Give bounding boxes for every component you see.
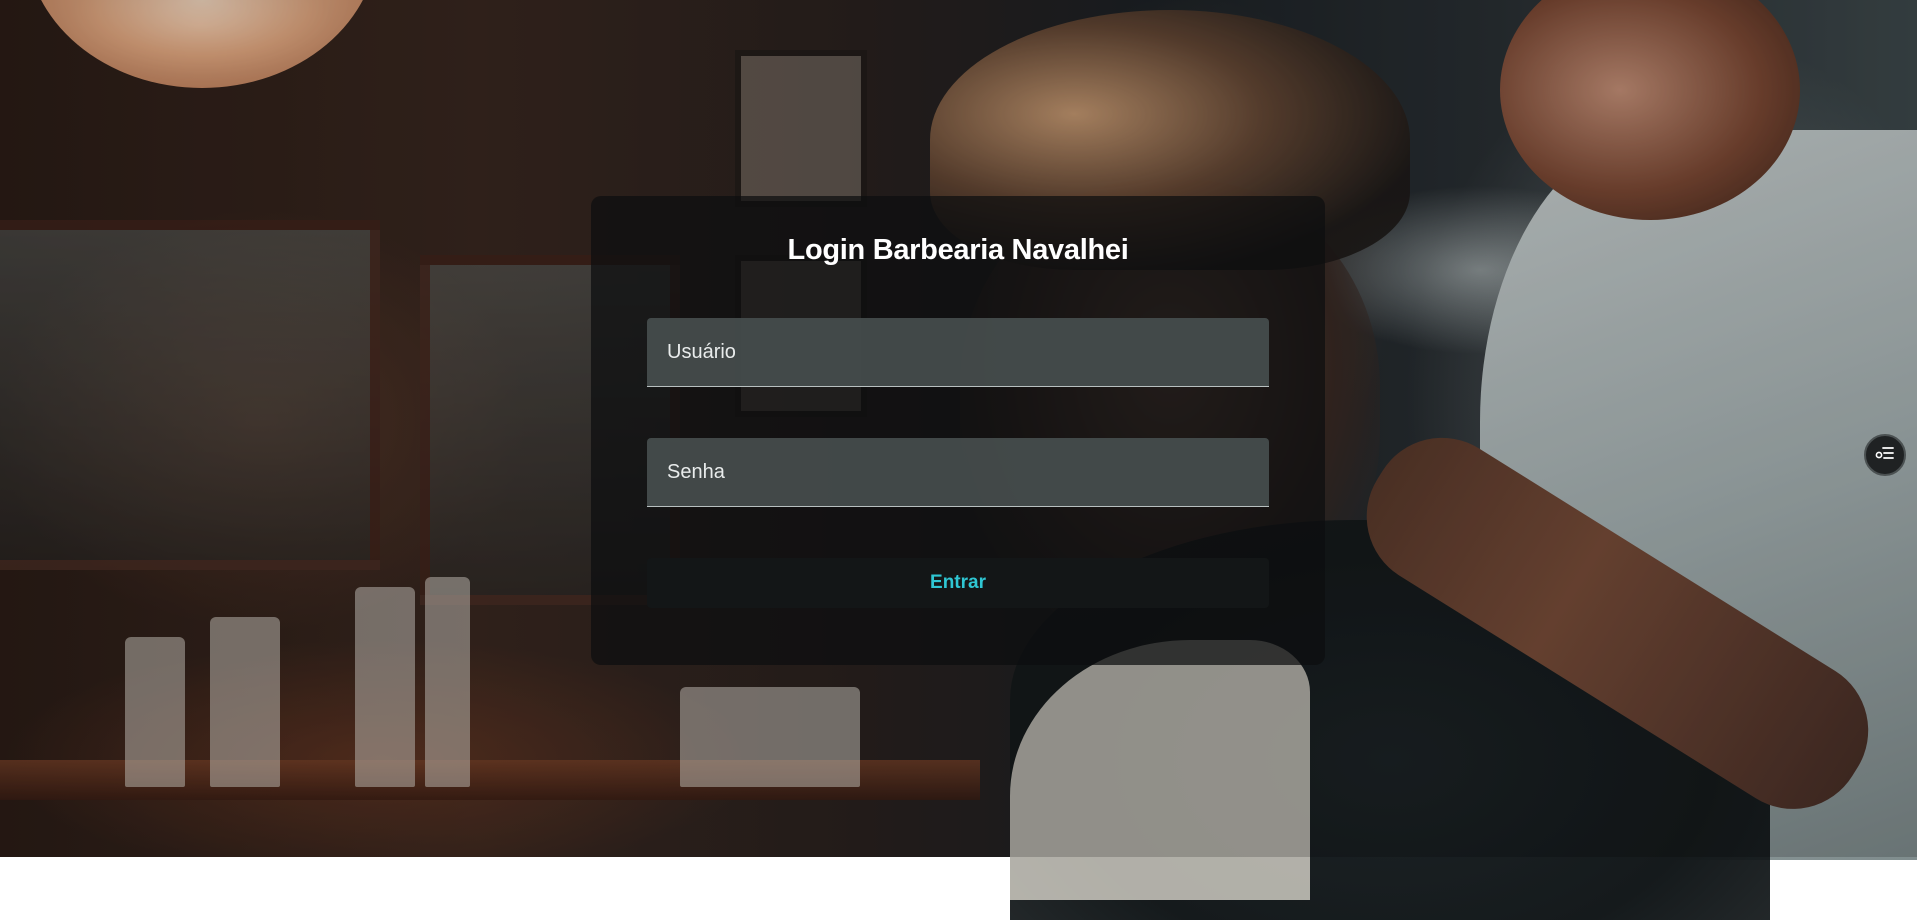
toggle-list-icon xyxy=(1875,445,1895,466)
login-card: Login Barbearia Navalhei Entrar xyxy=(591,196,1325,665)
username-field xyxy=(647,318,1269,387)
username-input[interactable] xyxy=(647,318,1269,386)
login-button[interactable]: Entrar xyxy=(647,558,1269,608)
password-input[interactable] xyxy=(647,438,1269,506)
floating-settings-button[interactable] xyxy=(1864,434,1906,476)
login-title: Login Barbearia Navalhei xyxy=(787,234,1129,266)
password-field xyxy=(647,438,1269,507)
